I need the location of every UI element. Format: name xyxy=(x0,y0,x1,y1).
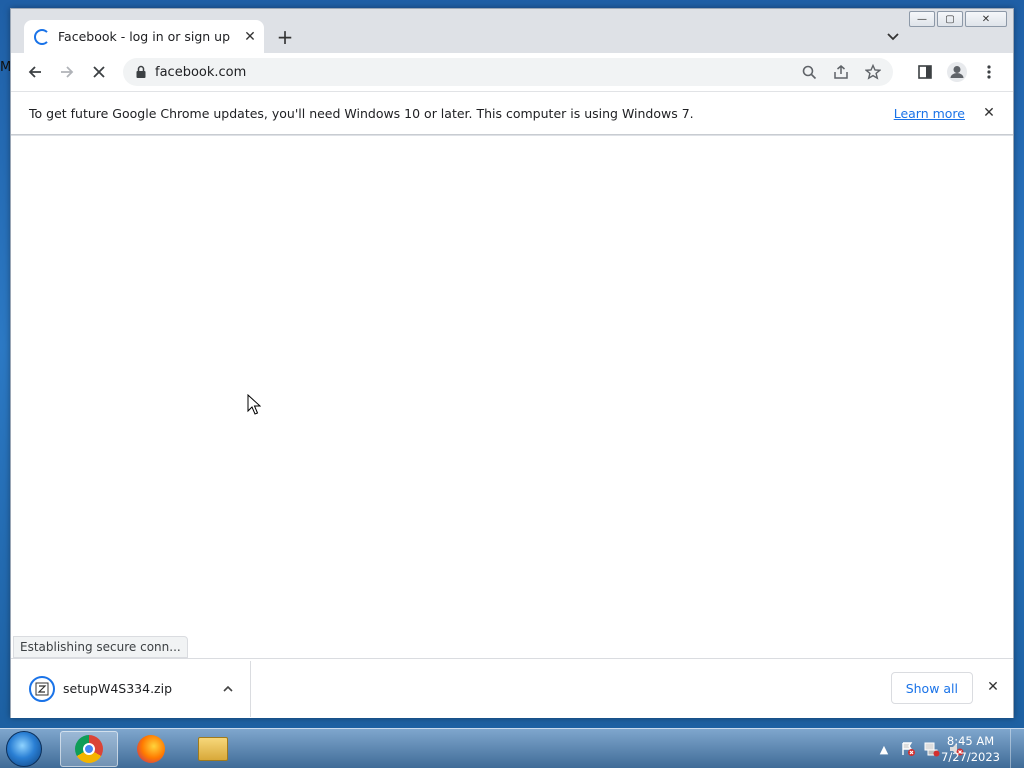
taskbar-file-explorer[interactable] xyxy=(184,731,242,767)
show-hidden-icons-button[interactable]: ▲ xyxy=(876,741,892,757)
stop-icon xyxy=(93,66,105,78)
chrome-window: Facebook - log in or sign up ✕ + — ▢ ✕ f… xyxy=(10,8,1014,718)
lock-icon xyxy=(136,65,146,78)
side-panel-icon xyxy=(918,65,932,79)
download-options-button[interactable] xyxy=(218,679,238,699)
action-center-icon[interactable] xyxy=(900,741,916,757)
share-icon xyxy=(834,65,848,79)
taskbar-chrome[interactable] xyxy=(60,731,118,767)
chrome-icon xyxy=(75,735,103,763)
infobar-message: To get future Google Chrome updates, you… xyxy=(29,105,694,121)
bookmark-button[interactable] xyxy=(859,58,887,86)
avatar-icon xyxy=(947,62,967,82)
minimize-button[interactable]: — xyxy=(909,11,935,27)
stop-loading-button[interactable] xyxy=(85,58,113,86)
learn-more-link[interactable]: Learn more xyxy=(894,106,965,121)
search-icon xyxy=(802,65,816,79)
zip-file-icon xyxy=(29,675,55,702)
tab-strip: Facebook - log in or sign up ✕ + — ▢ ✕ xyxy=(11,9,1013,53)
back-button[interactable] xyxy=(21,58,49,86)
forward-button[interactable] xyxy=(53,58,81,86)
taskbar: ▲ 8:45 AM 7/27/2023 xyxy=(0,728,1024,768)
star-icon xyxy=(865,64,881,80)
window-caption-buttons: — ▢ ✕ xyxy=(909,11,1007,27)
network-icon[interactable] xyxy=(924,741,940,757)
show-all-downloads-button[interactable]: Show all xyxy=(890,672,973,704)
browser-toolbar: facebook.com xyxy=(11,53,1013,91)
update-infobar: To get future Google Chrome updates, you… xyxy=(11,91,1013,135)
url-text: facebook.com xyxy=(155,64,247,80)
download-shelf: setupW4S334.zip Show all ✕ xyxy=(11,658,1013,718)
infobar-close-button[interactable]: ✕ xyxy=(979,103,999,123)
mouse-cursor-icon xyxy=(247,394,261,415)
kebab-menu-icon xyxy=(987,65,991,79)
close-window-button[interactable]: ✕ xyxy=(965,11,1007,27)
download-shelf-close-button[interactable]: ✕ xyxy=(983,677,1003,697)
folder-icon xyxy=(198,737,228,761)
firefox-icon xyxy=(137,735,165,763)
share-button[interactable] xyxy=(827,58,855,86)
start-button[interactable] xyxy=(6,731,42,767)
menu-button[interactable] xyxy=(975,58,1003,86)
clock-time: 8:45 AM xyxy=(946,734,995,748)
new-tab-button[interactable]: + xyxy=(273,25,297,49)
address-bar-actions xyxy=(795,58,887,86)
tab-search-button[interactable] xyxy=(883,27,903,47)
tab-title: Facebook - log in or sign up xyxy=(58,29,231,44)
download-filename: setupW4S334.zip xyxy=(63,681,173,696)
show-desktop-button[interactable] xyxy=(1010,729,1024,768)
profile-button[interactable] xyxy=(943,58,971,86)
forward-arrow-icon xyxy=(61,66,74,78)
chevron-down-icon xyxy=(887,33,899,41)
loading-spinner-icon xyxy=(34,28,50,45)
restore-button[interactable]: ▢ xyxy=(937,11,963,27)
side-panel-button[interactable] xyxy=(911,58,939,86)
tab-close-icon[interactable]: ✕ xyxy=(240,27,260,47)
taskbar-firefox[interactable] xyxy=(122,731,180,767)
address-bar[interactable]: facebook.com xyxy=(123,58,893,86)
chevron-up-icon xyxy=(223,685,233,692)
status-bubble: Establishing secure conn... xyxy=(13,636,188,658)
zoom-search-button[interactable] xyxy=(795,58,823,86)
tab-facebook[interactable]: Facebook - log in or sign up ✕ xyxy=(24,20,264,53)
back-arrow-icon xyxy=(28,66,41,78)
page-content: Establishing secure conn... xyxy=(11,136,1013,658)
clock-date: 7/27/2023 xyxy=(941,750,1000,764)
download-item[interactable]: setupW4S334.zip xyxy=(11,660,251,717)
system-clock[interactable]: 8:45 AM 7/27/2023 xyxy=(941,733,1000,765)
